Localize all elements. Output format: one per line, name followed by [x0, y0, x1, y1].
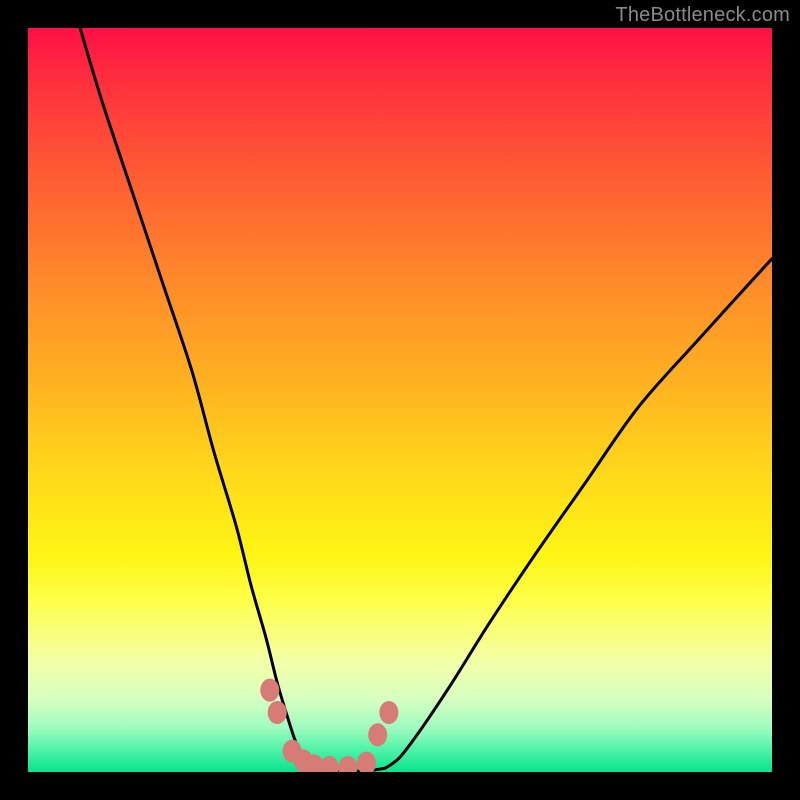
chart-frame: TheBottleneck.com	[0, 0, 800, 800]
marker-dot	[320, 757, 338, 772]
marker-dot	[380, 701, 398, 723]
marker-dot	[369, 724, 387, 746]
marker-dot	[358, 752, 376, 772]
marker-dot	[261, 679, 279, 701]
marker-dot	[268, 701, 286, 723]
curve-lines	[80, 28, 772, 771]
marker-dot	[339, 757, 357, 772]
plot-area	[28, 28, 772, 772]
right-branch-line	[385, 259, 772, 769]
left-branch-line	[80, 28, 311, 768]
chart-svg	[28, 28, 772, 772]
watermark-text: TheBottleneck.com	[615, 4, 790, 27]
